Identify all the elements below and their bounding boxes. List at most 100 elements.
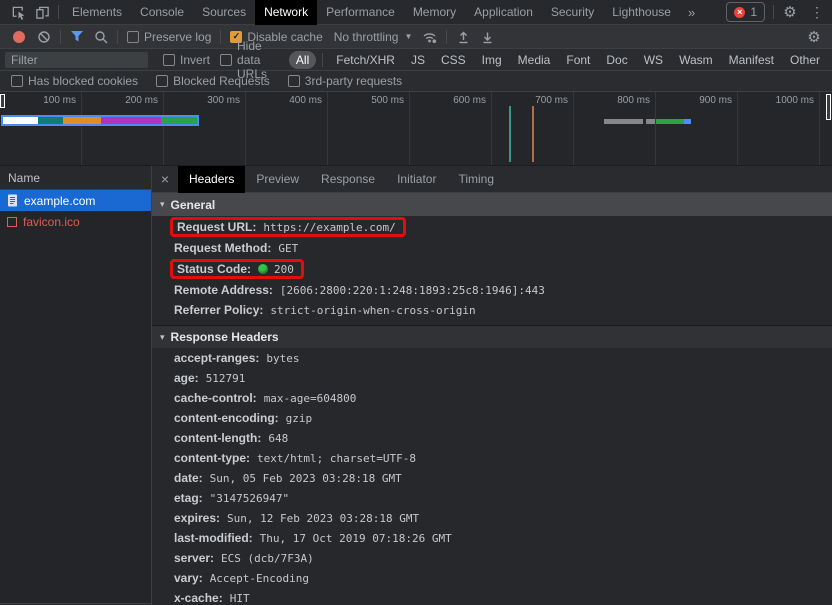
has-blocked-cookies-checkbox[interactable]: Has blocked cookies — [11, 74, 138, 88]
device-toolbar-icon[interactable] — [30, 0, 54, 24]
tab-console[interactable]: Console — [131, 0, 193, 25]
detail-tab-headers[interactable]: Headers — [178, 166, 245, 193]
timeline-cell: 600 ms — [410, 92, 492, 165]
kebab-menu-icon[interactable]: ⋮ — [802, 4, 832, 21]
waterfall-segment-ssl — [101, 117, 161, 124]
detail-tab-initiator[interactable]: Initiator — [386, 166, 447, 193]
checkbox-unchecked — [156, 75, 168, 87]
type-filter-manifest[interactable]: Manifest — [722, 51, 781, 69]
network-settings-gear-icon[interactable]: ⚙ — [802, 25, 826, 49]
inspect-element-icon[interactable] — [6, 0, 30, 24]
type-filter-font[interactable]: Font — [559, 51, 597, 69]
waterfall-segment-ttfb — [161, 117, 197, 124]
document-icon — [7, 194, 18, 207]
invert-checkbox[interactable]: Invert — [163, 53, 210, 67]
general-section-header[interactable]: ▾ General — [152, 193, 832, 216]
header-row-status-code: Status Code: 200 — [152, 258, 832, 280]
detail-tab-response[interactable]: Response — [310, 166, 386, 193]
type-filter-all[interactable]: All — [289, 51, 316, 69]
export-har-icon[interactable] — [475, 25, 499, 49]
header-row: content-length: 648 — [152, 428, 832, 448]
tab-lighthouse[interactable]: Lighthouse — [603, 0, 680, 25]
preserve-log-checkbox[interactable]: Preserve log — [127, 30, 211, 44]
header-name: Remote Address: — [174, 283, 273, 297]
waterfall-segment-connect — [63, 117, 101, 124]
third-party-requests-checkbox[interactable]: 3rd-party requests — [288, 74, 402, 88]
tab-elements[interactable]: Elements — [63, 0, 131, 25]
header-value: strict-origin-when-cross-origin — [270, 304, 475, 317]
header-name: content-type: — [174, 451, 250, 465]
throttling-dropdown[interactable]: No throttling ▼ — [334, 30, 413, 44]
response-headers-section-header[interactable]: ▾ Response Headers — [152, 325, 832, 348]
devtools-tabbar: Elements Console Sources Network Perform… — [0, 0, 832, 25]
header-row: vary: Accept-Encoding — [152, 568, 832, 588]
type-filter-other[interactable]: Other — [783, 51, 827, 69]
waterfall-segment-waiting — [656, 119, 684, 124]
request-row-example-com[interactable]: example.com — [0, 190, 151, 211]
type-filter-doc[interactable]: Doc — [599, 51, 634, 69]
tab-security[interactable]: Security — [542, 0, 603, 25]
tab-memory[interactable]: Memory — [404, 0, 465, 25]
timeline-cell: 400 ms — [246, 92, 328, 165]
requests-panel: Name example.com favicon.ico 2 requests … — [0, 166, 152, 605]
header-name: cache-control: — [174, 391, 257, 405]
network-toolbar: Preserve log ✓ Disable cache No throttli… — [0, 25, 832, 49]
tab-performance[interactable]: Performance — [317, 0, 404, 25]
search-icon[interactable] — [89, 25, 113, 49]
checkbox-unchecked — [163, 54, 175, 66]
waterfall-bar-favicon[interactable] — [604, 119, 691, 124]
type-filter-ws[interactable]: WS — [637, 51, 670, 69]
name-column-header[interactable]: Name — [0, 166, 151, 190]
waterfall-bar-example-com[interactable] — [1, 115, 199, 126]
network-overview-timeline[interactable]: 100 ms 200 ms 300 ms 400 ms 500 ms 600 m… — [0, 92, 832, 166]
network-content: Name example.com favicon.ico 2 requests … — [0, 166, 832, 605]
divider — [446, 30, 447, 44]
type-filter-img[interactable]: Img — [475, 51, 509, 69]
divider — [117, 30, 118, 44]
tab-network[interactable]: Network — [255, 0, 317, 25]
settings-gear-icon[interactable]: ⚙ — [778, 0, 802, 24]
header-name: server: — [174, 551, 214, 565]
tab-sources[interactable]: Sources — [193, 0, 255, 25]
red-annotation-box: Request URL: https://example.com/ — [170, 217, 406, 237]
timeline-cell: 900 ms — [656, 92, 738, 165]
overview-window-left-handle[interactable] — [0, 94, 5, 108]
filter-funnel-icon[interactable] — [65, 25, 89, 49]
divider — [58, 5, 59, 19]
network-conditions-icon[interactable] — [418, 25, 442, 49]
filter-input[interactable] — [5, 52, 148, 68]
import-har-icon[interactable] — [451, 25, 475, 49]
blocked-requests-label: Blocked Requests — [173, 74, 270, 88]
timeline-cell: 300 ms — [164, 92, 246, 165]
third-party-requests-label: 3rd-party requests — [305, 74, 402, 88]
type-filter-fetch-xhr[interactable]: Fetch/XHR — [329, 51, 402, 69]
clear-network-log-icon[interactable] — [32, 25, 56, 49]
section-title: Response Headers — [171, 330, 279, 344]
error-count-badge[interactable]: × 1 — [726, 2, 765, 22]
broken-file-icon — [7, 217, 17, 227]
close-icon[interactable]: × — [152, 171, 178, 187]
header-value: HIT — [230, 592, 250, 605]
header-name: content-length: — [174, 431, 261, 445]
type-filter-media[interactable]: Media — [511, 51, 558, 69]
header-row: content-encoding: gzip — [152, 408, 832, 428]
header-row-request-url: Request URL: https://example.com/ — [152, 216, 832, 238]
detail-tab-preview[interactable]: Preview — [245, 166, 310, 193]
request-row-favicon[interactable]: favicon.ico — [0, 211, 151, 232]
checkbox-unchecked — [11, 75, 23, 87]
header-row: age: 512791 — [152, 368, 832, 388]
more-tabs-button[interactable]: » — [680, 0, 703, 25]
type-filter-wasm[interactable]: Wasm — [672, 51, 720, 69]
detail-tab-timing[interactable]: Timing — [447, 166, 505, 193]
header-value: Thu, 17 Oct 2019 07:18:26 GMT — [260, 532, 452, 545]
divider — [773, 5, 774, 19]
overview-window-right-handle[interactable] — [826, 94, 831, 120]
tab-application[interactable]: Application — [465, 0, 542, 25]
load-event-line — [532, 106, 534, 162]
tick-label: 600 ms — [453, 95, 486, 106]
type-filter-css[interactable]: CSS — [434, 51, 473, 69]
type-filter-js[interactable]: JS — [404, 51, 432, 69]
record-network-log-button[interactable] — [13, 31, 25, 43]
blocked-requests-checkbox[interactable]: Blocked Requests — [156, 74, 270, 88]
header-name: Request Method: — [174, 241, 271, 255]
